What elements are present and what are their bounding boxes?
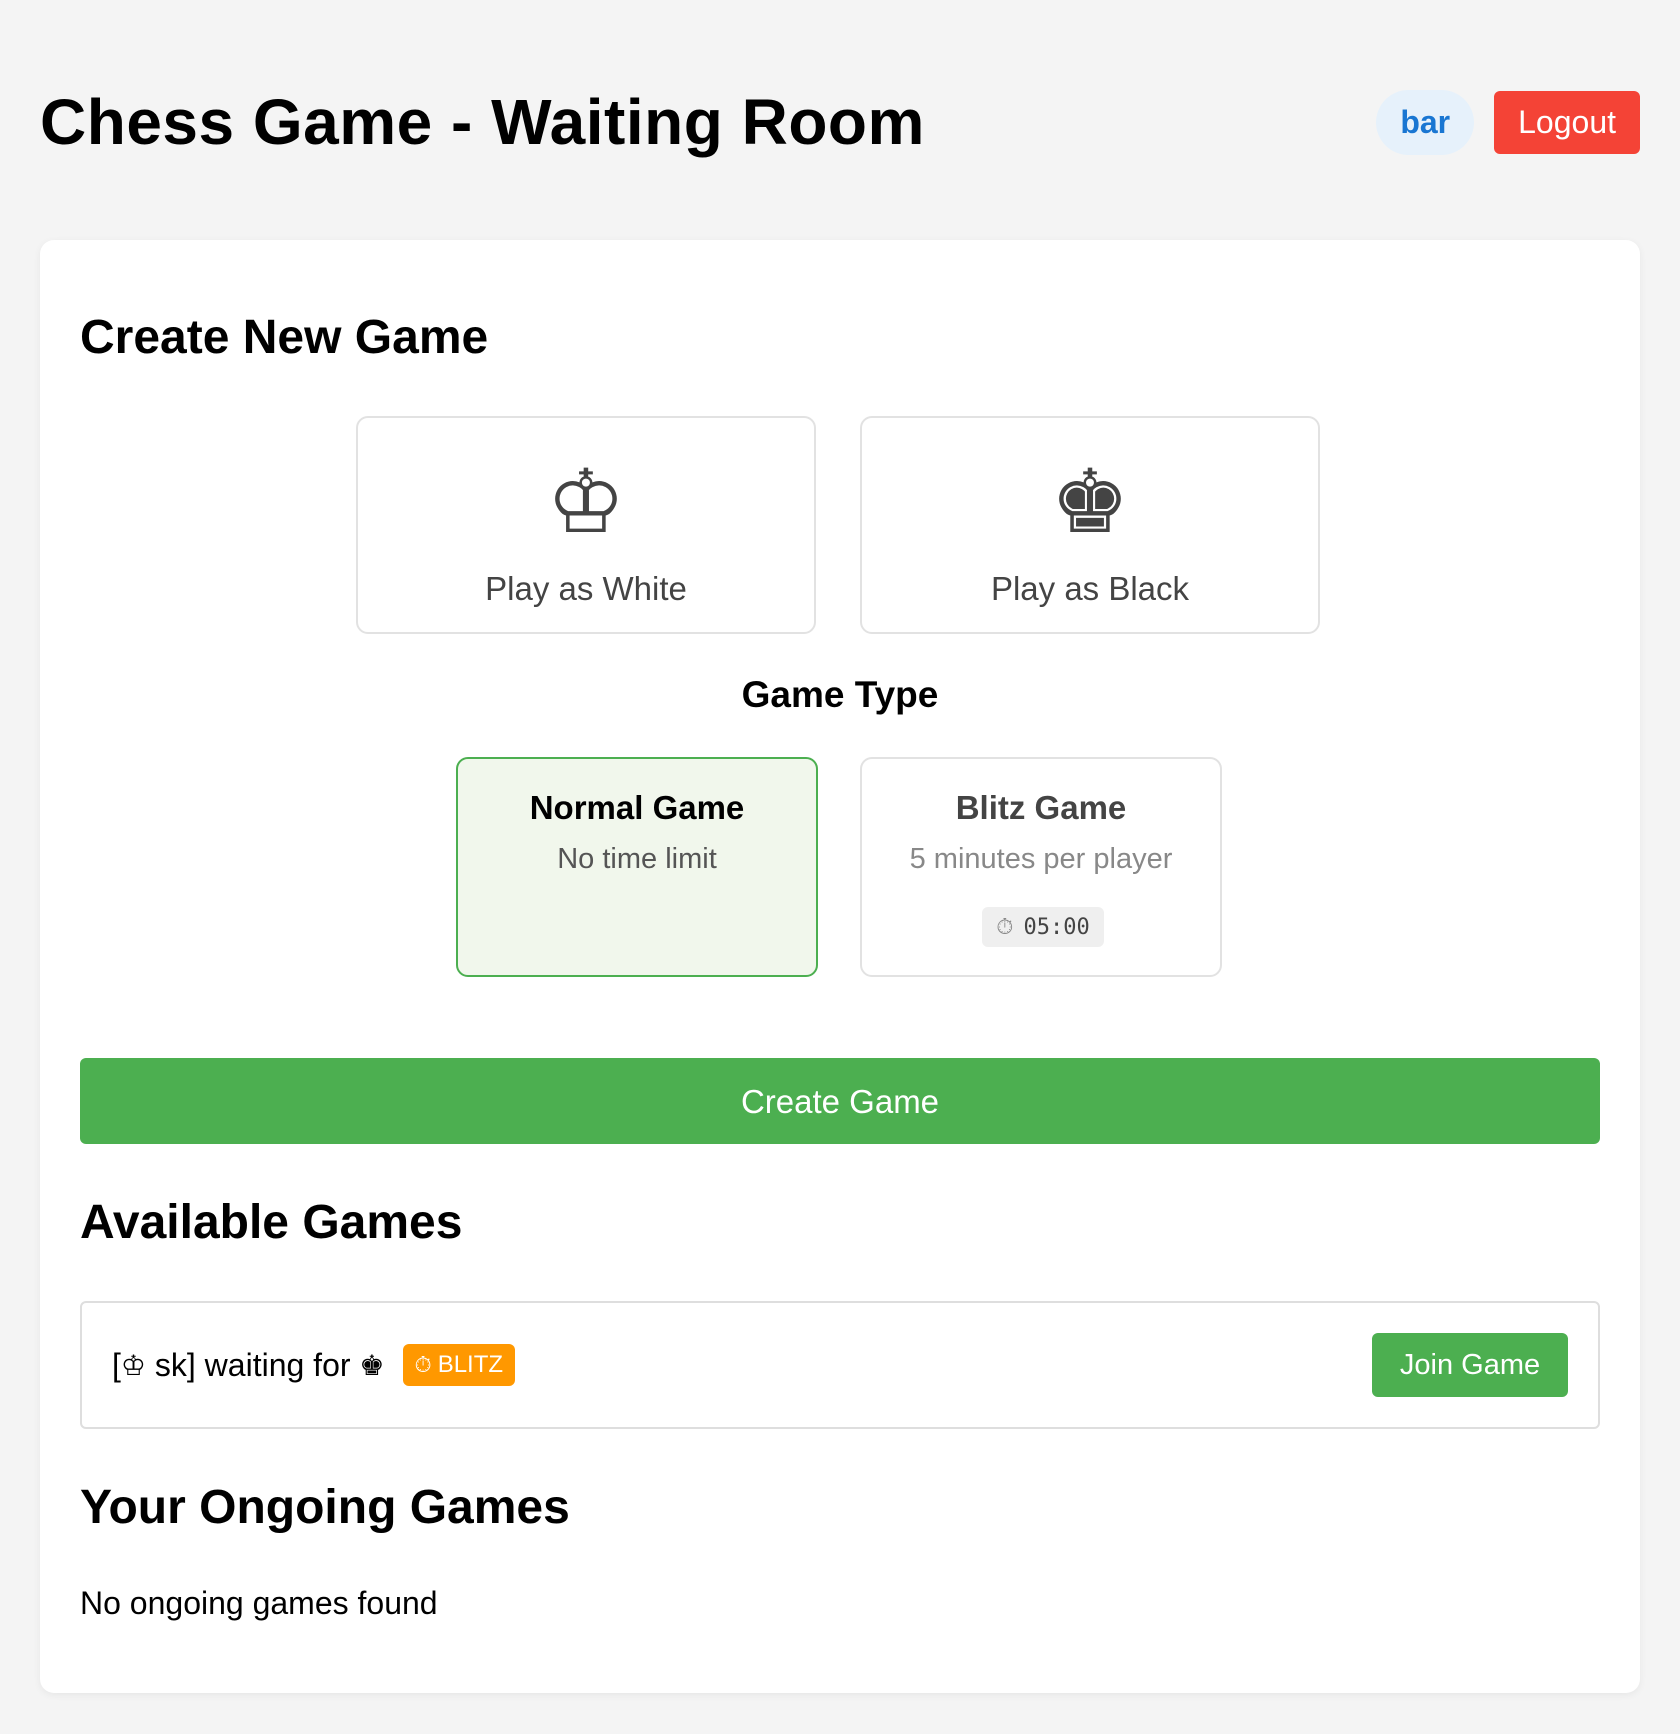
black-king-icon: ♚ — [359, 1348, 385, 1382]
game-host-text: sk] waiting for — [146, 1346, 360, 1383]
white-king-icon: ♔ — [120, 1348, 146, 1382]
available-game-item: [ ♔ sk] waiting for ♚ ⏱ BLITZ Join Game — [80, 1301, 1600, 1429]
normal-game-description: No time limit — [557, 843, 717, 875]
username-badge: bar — [1376, 89, 1475, 155]
game-info-open-bracket: [ — [112, 1346, 121, 1383]
game-type-title: Game Type — [741, 674, 939, 715]
page-title: Chess Game - Waiting Room — [40, 86, 925, 158]
main-card: Create New Game ♔ Play as White ♚ Play a… — [40, 240, 1640, 1693]
available-games-title: Available Games — [80, 1196, 463, 1249]
blitz-timer-value: 05:00 — [1023, 914, 1090, 940]
blitz-timer: ⏱ 05:00 — [982, 907, 1104, 947]
create-game-button[interactable]: Create Game — [80, 1058, 1600, 1144]
blitz-badge-label: BLITZ — [437, 1351, 504, 1378]
normal-game-option[interactable]: Normal Game No time limit — [456, 757, 818, 977]
play-as-black-label: Play as Black — [990, 570, 1190, 607]
white-king-icon: ♔ — [546, 450, 626, 553]
no-ongoing-games-text: No ongoing games found — [80, 1585, 438, 1621]
create-game-title: Create New Game — [80, 311, 489, 364]
user-area: bar Logout — [1376, 89, 1640, 155]
join-game-button[interactable]: Join Game — [1372, 1333, 1568, 1397]
play-as-white-label: Play as White — [485, 570, 687, 607]
stopwatch-icon: ⏱ — [414, 1352, 432, 1378]
black-king-icon: ♚ — [1050, 450, 1130, 553]
page-header: Chess Game - Waiting Room bar Logout — [40, 72, 1640, 172]
logout-button[interactable]: Logout — [1494, 90, 1640, 154]
play-as-black-option[interactable]: ♚ Play as Black — [860, 416, 1320, 634]
ongoing-games-title: Your Ongoing Games — [80, 1481, 570, 1534]
game-info: [ ♔ sk] waiting for ♚ ⏱ BLITZ — [112, 1344, 516, 1386]
play-as-white-option[interactable]: ♔ Play as White — [356, 416, 816, 634]
blitz-game-option[interactable]: Blitz Game 5 minutes per player ⏱ 05:00 — [860, 757, 1222, 977]
blitz-badge: ⏱ BLITZ — [402, 1344, 516, 1386]
blitz-game-name: Blitz Game — [955, 789, 1127, 826]
stopwatch-icon: ⏱ — [996, 914, 1014, 940]
normal-game-name: Normal Game — [529, 789, 745, 826]
blitz-game-description: 5 minutes per player — [909, 843, 1173, 875]
